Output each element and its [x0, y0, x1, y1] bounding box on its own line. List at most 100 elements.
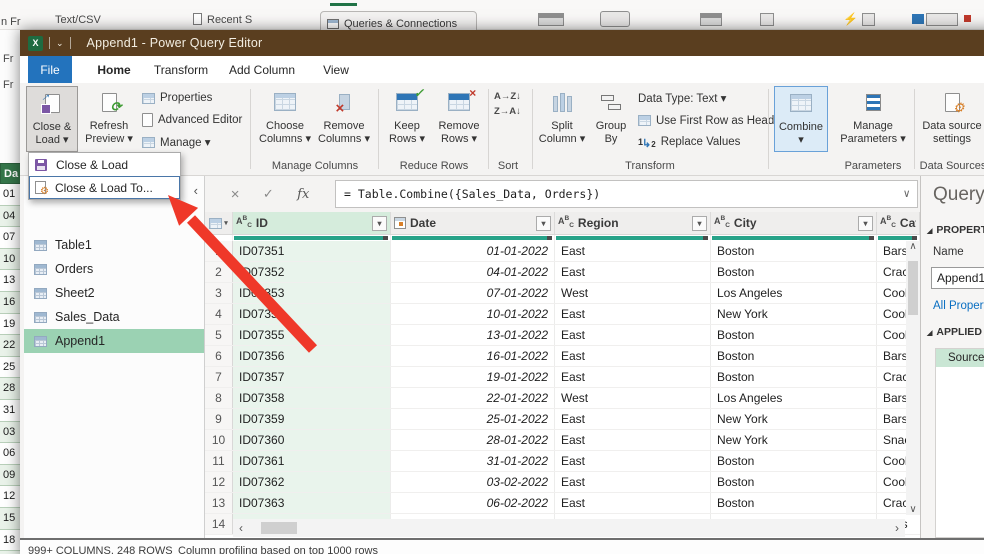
sort-buttons[interactable]: A→Z↓ Z→A↓ — [494, 91, 521, 117]
cell-region[interactable]: East — [555, 472, 711, 492]
row-number[interactable]: 5 — [205, 325, 233, 345]
applied-steps-section-header[interactable]: ◢APPLIED STEPS — [927, 326, 984, 338]
properties-section-header[interactable]: ◢PROPERTIES — [927, 224, 984, 236]
table-row[interactable]: 7 ID07357 19-01-2022 East Boston Crac — [205, 367, 920, 388]
column-header-id[interactable]: ABC ID ▾ — [233, 212, 391, 234]
menu-item-close-and-load[interactable]: Close & Load — [29, 153, 180, 176]
table-row[interactable]: 2 ID07352 04-01-2022 East Boston Crac — [205, 262, 920, 283]
row-number[interactable]: 14 — [205, 514, 233, 534]
cell-city[interactable]: New York — [711, 304, 877, 324]
sort-descending-icon[interactable]: Z→A↓ — [494, 106, 521, 117]
cell-region[interactable]: West — [555, 283, 711, 303]
table-row[interactable]: 5 ID07355 13-01-2022 East Boston Cook — [205, 325, 920, 346]
cell-id[interactable]: ID07360 — [233, 430, 391, 450]
scroll-down-icon[interactable]: ∨ — [909, 504, 916, 515]
formula-expand-icon[interactable]: ∨ — [903, 187, 910, 200]
cell-date[interactable]: 06-02-2022 — [391, 493, 555, 513]
cell-city[interactable]: Boston — [711, 346, 877, 366]
remove-columns-button[interactable]: × Remove Columns ▾ — [316, 86, 372, 152]
tab-transform[interactable]: Transform — [148, 56, 214, 83]
manage-button[interactable]: Manage ▾ — [142, 132, 211, 152]
cell-id[interactable]: ID07363 — [233, 493, 391, 513]
advanced-editor-button[interactable]: Advanced Editor — [142, 110, 242, 130]
cell-id[interactable]: ID07353 — [233, 283, 391, 303]
cell-region[interactable]: East — [555, 409, 711, 429]
manage-parameters-button[interactable]: Manage Parameters ▾ — [838, 86, 908, 152]
query-list-item[interactable]: Sheet2 — [24, 281, 204, 305]
cell-region[interactable]: East — [555, 430, 711, 450]
scroll-up-icon[interactable]: ∧ — [909, 241, 916, 252]
cell-city[interactable]: Boston — [711, 493, 877, 513]
cell-id[interactable]: ID07355 — [233, 325, 391, 345]
tab-file[interactable]: File — [28, 56, 72, 83]
table-row[interactable]: 11 ID07361 31-01-2022 East Boston Cook — [205, 451, 920, 472]
row-number[interactable]: 6 — [205, 346, 233, 366]
column-header-category[interactable]: ABC Cat — [877, 212, 920, 234]
corner-dropdown-icon[interactable]: ▾ — [224, 219, 228, 227]
formula-input[interactable]: = Table.Combine({Sales_Data, Orders}) ∨ — [335, 180, 918, 208]
cell-region[interactable]: East — [555, 304, 711, 324]
cell-id[interactable]: ID07358 — [233, 388, 391, 408]
cell-date[interactable]: 22-01-2022 — [391, 388, 555, 408]
cell-id[interactable]: ID07359 — [233, 409, 391, 429]
row-number[interactable]: 12 — [205, 472, 233, 492]
table-row[interactable]: 10 ID07360 28-01-2022 East New York Snac — [205, 430, 920, 451]
row-number[interactable]: 4 — [205, 304, 233, 324]
keep-rows-button[interactable]: ✓ Keep Rows ▾ — [384, 86, 430, 152]
cell-region[interactable]: East — [555, 493, 711, 513]
cell-city[interactable]: Boston — [711, 472, 877, 492]
properties-button[interactable]: Properties — [142, 88, 212, 108]
cell-region[interactable]: East — [555, 325, 711, 345]
cell-id[interactable]: ID07356 — [233, 346, 391, 366]
combine-button[interactable]: Combine ▾ — [774, 86, 828, 152]
cell-region[interactable]: East — [555, 367, 711, 387]
tab-home[interactable]: Home — [88, 56, 140, 83]
quick-access-chevron-icon[interactable]: ⌄ — [56, 38, 64, 48]
data-source-settings-button[interactable]: ⚙ Data source settings — [920, 86, 984, 152]
row-number[interactable]: 11 — [205, 451, 233, 471]
tab-add-column[interactable]: Add Column — [226, 56, 298, 83]
cell-date[interactable]: 03-02-2022 — [391, 472, 555, 492]
scroll-right-icon[interactable]: › — [895, 521, 899, 535]
select-all-corner[interactable]: ▾ — [205, 212, 233, 234]
cell-region[interactable]: East — [555, 451, 711, 471]
filter-dropdown-icon[interactable]: ▾ — [692, 215, 707, 231]
cell-city[interactable]: New York — [711, 409, 877, 429]
cell-date[interactable]: 31-01-2022 — [391, 451, 555, 471]
row-number[interactable]: 10 — [205, 430, 233, 450]
table-row[interactable]: 8 ID07358 22-01-2022 West Los Angeles Ba… — [205, 388, 920, 409]
cell-date[interactable]: 07-01-2022 — [391, 283, 555, 303]
row-number[interactable]: 9 — [205, 409, 233, 429]
query-list-item[interactable]: Append1 — [24, 329, 204, 353]
split-column-button[interactable]: Split Column ▾ — [538, 86, 586, 152]
cell-city[interactable]: New York — [711, 430, 877, 450]
cell-city[interactable]: Boston — [711, 451, 877, 471]
row-number[interactable]: 1 — [205, 241, 233, 261]
titlebar[interactable]: X ⌄ Append1 - Power Query Editor — [20, 30, 984, 56]
cell-city[interactable]: Los Angeles — [711, 388, 877, 408]
all-properties-link[interactable]: All Properties — [933, 300, 984, 312]
table-row[interactable]: 6 ID07356 16-01-2022 East Boston Bars — [205, 346, 920, 367]
table-row[interactable]: 12 ID07362 03-02-2022 East Boston Cook — [205, 472, 920, 493]
cell-region[interactable]: East — [555, 262, 711, 282]
cell-date[interactable]: 10-01-2022 — [391, 304, 555, 324]
cell-date[interactable]: 13-01-2022 — [391, 325, 555, 345]
remove-rows-button[interactable]: × Remove Rows ▾ — [434, 86, 484, 152]
applied-step-item[interactable]: Source — [936, 349, 984, 367]
cell-id[interactable]: ID07357 — [233, 367, 391, 387]
column-header-date[interactable]: Date ▾ — [391, 212, 555, 234]
row-number[interactable]: 8 — [205, 388, 233, 408]
filter-dropdown-icon[interactable]: ▾ — [372, 215, 387, 231]
table-row[interactable]: 4 ID07354 10-01-2022 East New York Cook — [205, 304, 920, 325]
cell-id[interactable]: ID07361 — [233, 451, 391, 471]
table-row[interactable]: 9 ID07359 25-01-2022 East New York Bars — [205, 409, 920, 430]
cell-region[interactable]: West — [555, 388, 711, 408]
scroll-left-icon[interactable]: ‹ — [239, 521, 243, 535]
fx-icon[interactable]: fx — [297, 187, 309, 202]
tab-view[interactable]: View — [316, 56, 356, 83]
cell-city[interactable]: Boston — [711, 241, 877, 261]
cancel-icon[interactable]: × — [231, 186, 240, 203]
filter-dropdown-icon[interactable]: ▾ — [536, 215, 551, 231]
cell-date[interactable]: 01-01-2022 — [391, 241, 555, 261]
cell-city[interactable]: Los Angeles — [711, 283, 877, 303]
